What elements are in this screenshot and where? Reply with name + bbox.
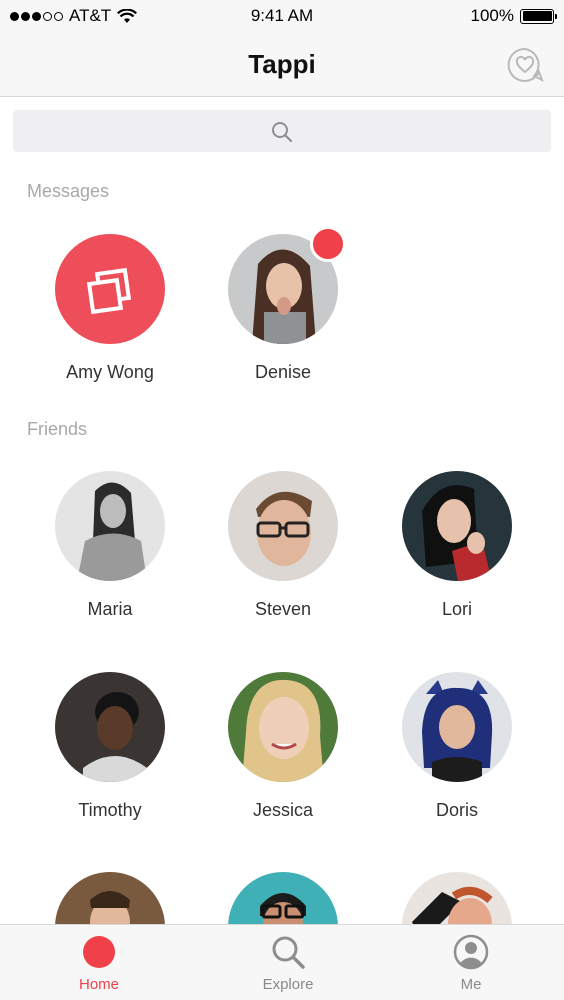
friend-item-steven[interactable]: Steven xyxy=(208,471,358,620)
photos-icon xyxy=(86,267,132,315)
app-title: Tappi xyxy=(248,49,316,79)
person-name: Amy Wong xyxy=(66,362,154,382)
avatar xyxy=(228,672,338,782)
group-avatar xyxy=(55,234,165,344)
person-name: Denise xyxy=(254,362,312,382)
status-right: 100% xyxy=(470,6,557,26)
tab-label: Me xyxy=(460,976,482,993)
friend-item-doris[interactable]: Doris xyxy=(382,672,532,821)
unread-badge xyxy=(310,226,346,262)
search-icon xyxy=(272,122,293,143)
home-dot-icon xyxy=(83,936,115,968)
avatar xyxy=(402,672,512,782)
person-name: Doris xyxy=(435,800,478,820)
tab-bar: Home Explore Me xyxy=(0,924,564,1000)
message-item-denise[interactable]: Denise xyxy=(208,226,358,383)
friend-item-lori[interactable]: Lori xyxy=(382,471,532,620)
heart-chat-icon[interactable] xyxy=(506,46,544,84)
avatar xyxy=(402,471,512,581)
friend-item-maria[interactable]: Maria xyxy=(35,471,185,620)
battery-icon xyxy=(520,8,557,24)
person-name: Steven xyxy=(254,599,312,619)
tab-label: Explore xyxy=(262,976,314,993)
user-icon xyxy=(453,934,489,970)
friends-section-title: Friends xyxy=(27,419,88,439)
avatar xyxy=(228,471,338,581)
avatar xyxy=(55,672,165,782)
search-input[interactable] xyxy=(13,110,551,152)
search-icon xyxy=(272,936,305,969)
person-name: Jessica xyxy=(252,800,314,820)
person-name: Timothy xyxy=(78,800,142,820)
navigation-bar: Tappi xyxy=(0,32,564,97)
app-screen: AT&T 9:41 AM 100% Tappi Messages Amy Won… xyxy=(0,0,564,1000)
message-item-amy-wong[interactable]: Amy Wong xyxy=(35,234,185,383)
messages-section-title: Messages xyxy=(27,181,110,201)
person-name: Maria xyxy=(87,599,133,619)
battery-fill xyxy=(522,11,552,21)
person-name: Lori xyxy=(441,599,472,619)
friend-item-jessica[interactable]: Jessica xyxy=(208,672,358,821)
tab-home[interactable]: Home xyxy=(5,925,193,1000)
tab-explore[interactable]: Explore xyxy=(194,925,382,1000)
battery-percent: 100% xyxy=(470,6,514,25)
avatar xyxy=(55,471,165,581)
status-bar: AT&T 9:41 AM 100% xyxy=(0,0,564,32)
tab-me[interactable]: Me xyxy=(377,925,564,1000)
friend-item-timothy[interactable]: Timothy xyxy=(35,672,185,821)
tab-label: Home xyxy=(78,976,119,993)
